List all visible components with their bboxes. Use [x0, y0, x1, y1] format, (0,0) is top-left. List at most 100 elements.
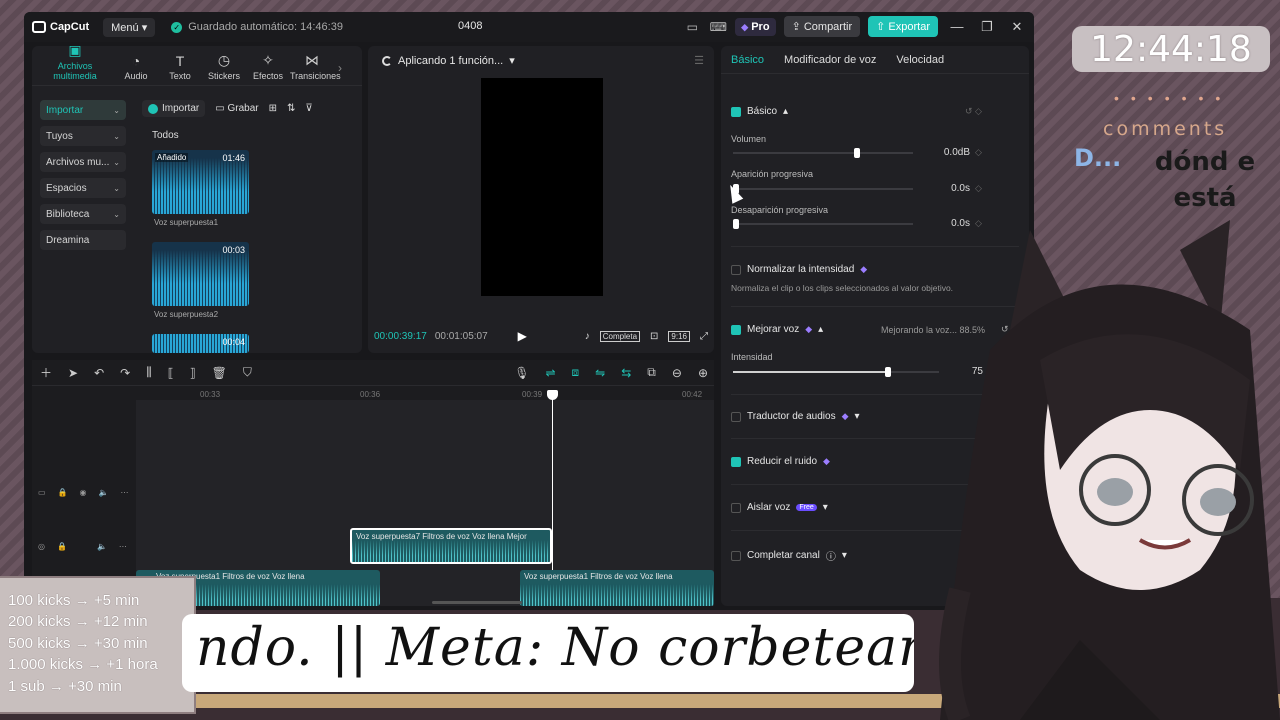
side-item-media-files[interactable]: Archivos mu... ⌄: [40, 152, 126, 172]
split-right-icon[interactable]: ⟧: [190, 366, 196, 380]
record-button[interactable]: ▭ Grabar: [215, 103, 258, 114]
minimize-icon[interactable]: —: [946, 19, 968, 34]
menu-button[interactable]: Menú ▾: [103, 17, 156, 37]
pro-button[interactable]: ◆ Pro: [735, 17, 776, 36]
layout-icon[interactable]: ▭: [683, 20, 701, 34]
maximize-icon[interactable]: ❐: [976, 19, 998, 35]
complete-checkbox[interactable]: [731, 550, 741, 561]
keyframe-icon[interactable]: ◇: [975, 147, 982, 158]
fadeout-slider[interactable]: [733, 219, 913, 229]
player-header[interactable]: Aplicando 1 función... ▾: [382, 54, 515, 67]
add-icon[interactable]: ＋: [40, 364, 52, 381]
sort-icon[interactable]: ⇅: [287, 103, 295, 114]
link-icon[interactable]: ⇌: [545, 366, 555, 380]
isolate-voice-row[interactable]: Aislar voz Free ▾: [731, 502, 828, 513]
split-icon[interactable]: ⫼: [146, 365, 152, 380]
ratio-button[interactable]: 9:16: [668, 330, 690, 342]
export-button[interactable]: ⇧ Exportar: [868, 16, 938, 37]
translate-row[interactable]: Traductor de audios ◆ ▾: [731, 411, 860, 422]
translate-checkbox[interactable]: [731, 411, 741, 422]
tab-stickers[interactable]: ◷ Stickers: [202, 52, 246, 85]
normalize-row[interactable]: Normalizar la intensidad ◆: [731, 264, 867, 275]
delete-icon[interactable]: 🗑: [212, 366, 227, 380]
close-icon[interactable]: ✕: [1006, 19, 1028, 35]
grid-view-icon[interactable]: ⊞: [269, 103, 277, 114]
complete-channel-row[interactable]: Completar canal ⓘ ▾: [731, 548, 847, 563]
isolate-checkbox[interactable]: [731, 502, 741, 513]
select-tool-icon[interactable]: ➤: [68, 366, 78, 380]
tab-transitions[interactable]: ⋈ Transiciones: [290, 52, 341, 85]
enhance-checkbox[interactable]: [731, 324, 741, 335]
side-item-dreamina[interactable]: Dreamina: [40, 230, 126, 250]
fadein-slider[interactable]: [733, 184, 913, 194]
lock-icon[interactable]: 🔒: [58, 488, 68, 497]
tab-effects[interactable]: ✧ Efectos: [246, 52, 290, 85]
eye-icon[interactable]: ◉: [80, 488, 87, 497]
media-item[interactable]: Añadido 01:46: [152, 150, 249, 214]
tracks-area[interactable]: Voz superpuesta7 Filtros de voz Voz llen…: [136, 400, 714, 606]
gem-icon: ◆: [841, 411, 849, 421]
media-item[interactable]: 00:04: [152, 334, 249, 353]
basic-section-header[interactable]: Básico ▴: [731, 106, 788, 117]
denoise-checkbox[interactable]: [731, 456, 741, 467]
side-item-library[interactable]: Biblioteca ⌄: [40, 204, 126, 224]
enhance-voice-row[interactable]: Mejorar voz ◆ ▴: [731, 324, 823, 335]
preview-axis-icon[interactable]: ⇆: [621, 366, 631, 380]
tab-text[interactable]: T Texto: [158, 53, 202, 85]
slider-knob[interactable]: [884, 367, 891, 377]
media-item[interactable]: 00:03: [152, 242, 249, 306]
crop-icon[interactable]: ⊡: [650, 331, 658, 342]
import-button[interactable]: Importar: [142, 100, 206, 117]
slider-knob[interactable]: [733, 219, 739, 229]
basic-checkbox[interactable]: [731, 106, 741, 117]
side-item-spaces[interactable]: Espacios ⌄: [40, 178, 126, 198]
volume-slider[interactable]: [733, 148, 913, 158]
video-preview[interactable]: [481, 78, 603, 296]
fadein-value[interactable]: 0.0s: [926, 183, 970, 194]
more-icon[interactable]: ⋯: [119, 542, 127, 551]
caption-icon[interactable]: ⧉: [647, 365, 656, 380]
playhead[interactable]: [547, 390, 558, 570]
shield-icon[interactable]: ⛉: [243, 365, 252, 380]
snap-icon[interactable]: ⧈: [572, 365, 580, 380]
side-item-import[interactable]: Importar ⌄: [40, 100, 126, 120]
keyframe-icon[interactable]: ◇: [975, 183, 982, 194]
reset-icon[interactable]: ↺ ◇: [965, 106, 982, 117]
denoise-row[interactable]: Reducir el ruido ◆: [731, 456, 830, 467]
timeline-clip[interactable]: Voz superpuesta1 Filtros de voz Voz llen…: [520, 570, 714, 606]
tab-media[interactable]: ▣ Archivos multimedia: [36, 42, 114, 85]
speaker-icon[interactable]: 🔈: [99, 488, 109, 497]
tab-voice-changer[interactable]: Modificador de voz: [784, 54, 876, 66]
tab-basic[interactable]: Básico: [731, 54, 764, 66]
side-item-yours[interactable]: Tuyos ⌄: [40, 126, 126, 146]
timeline-clip[interactable]: Voz superpuesta7 Filtros de voz Voz llen…: [350, 528, 552, 564]
more-icon[interactable]: ⋯: [120, 488, 128, 497]
redo-icon[interactable]: ↷: [120, 366, 130, 380]
tiktok-icon[interactable]: ♪: [585, 331, 590, 342]
zoom-in-icon[interactable]: ⊕: [698, 366, 708, 380]
share-button[interactable]: ⇪ Compartir: [783, 16, 861, 37]
lock-icon[interactable]: 🔒: [57, 542, 67, 551]
project-name[interactable]: 0408: [458, 20, 482, 32]
chevron-right-icon[interactable]: ›: [338, 61, 342, 85]
filter-icon[interactable]: ⊽: [305, 103, 312, 114]
play-icon[interactable]: ▶: [518, 329, 527, 343]
fullscreen-icon[interactable]: ⤢: [700, 331, 708, 342]
microphone-icon[interactable]: 🎙: [514, 366, 529, 380]
volume-value[interactable]: 0.0dB: [926, 147, 970, 158]
normalize-checkbox[interactable]: [731, 264, 741, 275]
menu-icon[interactable]: ☰: [694, 54, 704, 67]
tab-speed[interactable]: Velocidad: [896, 54, 944, 66]
magnet-icon[interactable]: ⇋: [595, 366, 605, 380]
split-left-icon[interactable]: ⟦: [168, 366, 174, 380]
zoom-out-icon[interactable]: ⊖: [672, 366, 682, 380]
cover-icon[interactable]: ▭: [38, 488, 46, 497]
quality-button[interactable]: Completa: [599, 330, 641, 342]
speaker-icon[interactable]: 🔈: [97, 542, 107, 551]
keyboard-icon[interactable]: ⌨: [709, 20, 727, 34]
undo-icon[interactable]: ↶: [94, 366, 104, 380]
intensity-label: Intensidad: [731, 352, 773, 362]
slider-knob[interactable]: [854, 148, 861, 158]
tab-audio[interactable]: ◔ Audio: [114, 53, 158, 85]
horizontal-scrollbar[interactable]: [432, 601, 522, 604]
